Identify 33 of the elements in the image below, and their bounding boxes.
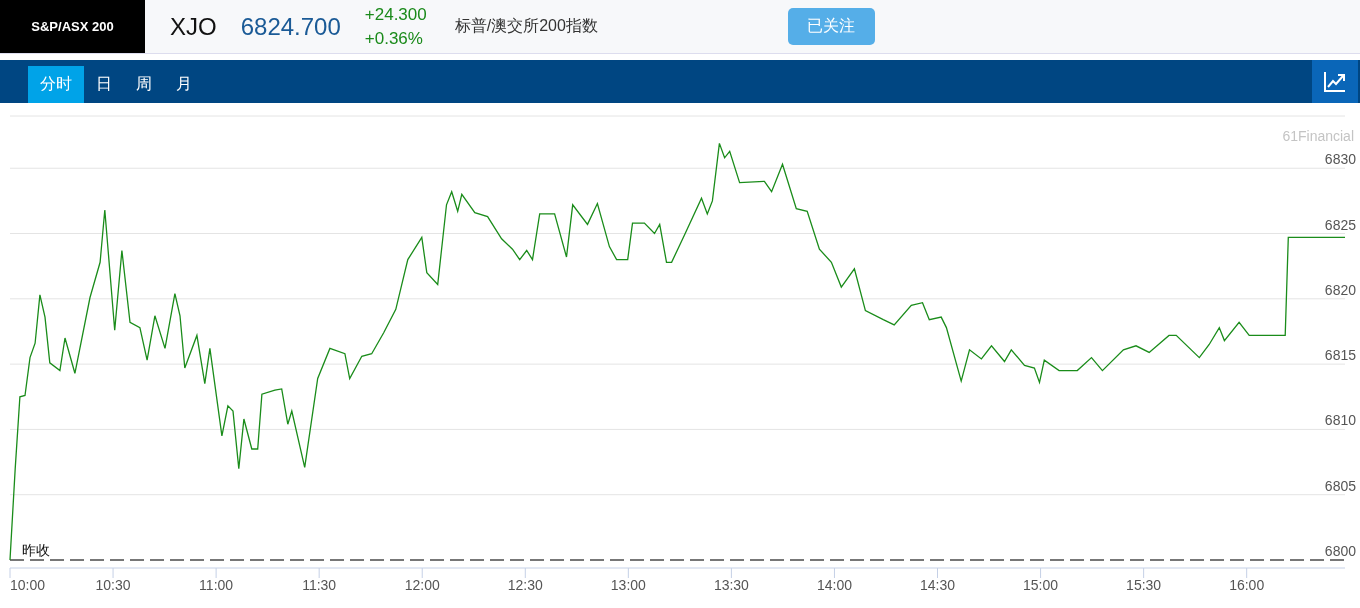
previous-close-label: 昨收 [22, 542, 50, 558]
price-axis-label: 6810 [1324, 412, 1356, 429]
price-axis-label: 6800 [1324, 543, 1356, 559]
time-axis-label: 12:30 [507, 577, 543, 593]
price-axis-label: 6820 [1324, 281, 1356, 298]
price-axis-label: 6815 [1324, 347, 1356, 364]
time-axis-label: 11:30 [302, 577, 337, 593]
price-axis-label: 6825 [1324, 216, 1356, 233]
time-axis-label: 13:30 [713, 577, 749, 593]
time-axis-label: 11:00 [199, 577, 234, 593]
index-name-badge: S&P/ASX 200 [0, 0, 145, 53]
price-axis-label: 6830 [1324, 151, 1356, 168]
chart-type-button[interactable] [1312, 60, 1358, 103]
last-price: 6824.700 [240, 12, 341, 41]
index-description: 标普/澳交所200指数 [454, 16, 598, 36]
period-tab[interactable]: 日 [84, 66, 124, 103]
time-axis-label: 13:00 [610, 577, 646, 593]
line-chart-icon [1323, 70, 1347, 93]
price-axis-label: 6805 [1324, 477, 1356, 494]
period-tab[interactable]: 月 [164, 66, 204, 103]
time-axis-label: 10:30 [95, 577, 131, 593]
ticker-symbol: XJO [170, 12, 217, 41]
price-change: +24.300 [364, 3, 427, 26]
time-axis-label: 16:00 [1229, 577, 1265, 593]
period-tab[interactable]: 周 [124, 66, 164, 103]
time-axis-label: 10:00 [10, 577, 46, 593]
time-axis-label: 12:00 [404, 577, 440, 593]
time-axis-label: 14:00 [816, 577, 852, 593]
time-axis-label: 14:30 [920, 577, 956, 593]
chart-credits: 61Financial [1282, 128, 1354, 144]
percent-change: +0.36% [364, 27, 424, 50]
time-axis-label: 15:30 [1126, 577, 1162, 593]
time-axis-label: 15:00 [1023, 577, 1059, 593]
